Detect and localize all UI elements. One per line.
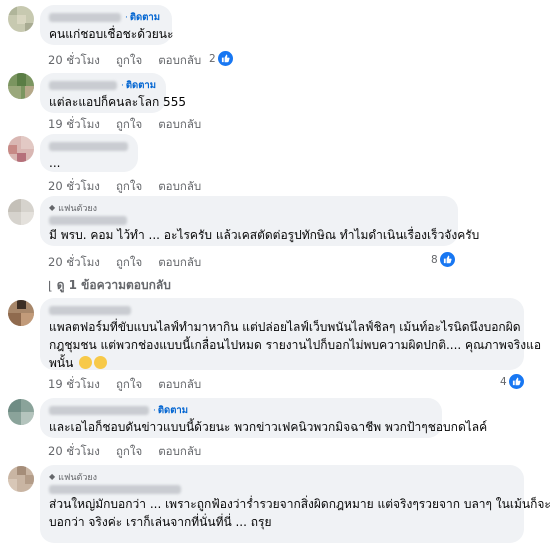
- like-button[interactable]: ถูกใจ: [116, 52, 142, 70]
- comment-bubble: แพลตฟอร์มที่ขับแบนไลฟ์ทำมาหากิน แต่ปล่อย…: [40, 298, 542, 372]
- timestamp[interactable]: 19 ชั่วโมง: [48, 376, 100, 394]
- author-name[interactable]: [49, 13, 121, 22]
- reply-button[interactable]: ตอบกลับ: [158, 254, 201, 272]
- reply-button[interactable]: ตอบกลับ: [158, 178, 201, 196]
- author-name[interactable]: [49, 215, 127, 225]
- comment-actions: 20 ชั่วโมง ถูกใจ ตอบกลับ: [48, 443, 217, 461]
- avatar[interactable]: [8, 136, 34, 162]
- diamond-icon: ◆: [49, 203, 56, 212]
- like-button[interactable]: ถูกใจ: [116, 376, 142, 394]
- thumbs-up-icon: [217, 51, 233, 66]
- reaction-count[interactable]: 8: [431, 252, 455, 267]
- avatar[interactable]: [8, 73, 34, 99]
- follow-button[interactable]: ติดตาม: [126, 78, 156, 93]
- reply-button[interactable]: ตอบกลับ: [158, 376, 201, 394]
- comment-actions: 20 ชั่วโมง ถูกใจ ตอบกลับ: [48, 52, 217, 70]
- comment-text-line: พนั้น: [49, 354, 514, 372]
- comment-text-line: บอกว่า จริงค่ะ เราก็เล่นจากที่นั่นที่นี่…: [49, 515, 272, 529]
- follow-button[interactable]: ติดตาม: [130, 10, 160, 25]
- reply-arrow-icon: ⌊: [48, 278, 53, 293]
- diamond-icon: ◆: [49, 472, 56, 481]
- author-name[interactable]: [49, 81, 118, 90]
- comment-actions: 20 ชั่วโมง ถูกใจ ตอบกลับ: [48, 178, 217, 196]
- author-name[interactable]: [49, 306, 131, 315]
- view-replies-link[interactable]: ⌊ ดู 1 ข้อความตอบกลับ: [48, 276, 171, 295]
- reply-button[interactable]: ตอบกลับ: [158, 443, 201, 461]
- follow-button[interactable]: ติดตาม: [158, 403, 188, 418]
- comment-actions: 19 ชั่วโมง ถูกใจ ตอบกลับ: [48, 376, 217, 394]
- comment-text-line: กฎชุมชน แต่พวกช่องแบบนี้เกลื่อนไปหมด ราย…: [49, 338, 542, 352]
- like-button[interactable]: ถูกใจ: [116, 116, 142, 134]
- comment-text: มี พรบ. คอม ไว้ทำ ... อะไรครับ แล้วเคสตั…: [49, 228, 480, 242]
- like-button[interactable]: ถูกใจ: [116, 254, 142, 272]
- avatar[interactable]: [8, 199, 34, 225]
- timestamp[interactable]: 20 ชั่วโมง: [48, 52, 100, 70]
- like-button[interactable]: ถูกใจ: [116, 443, 142, 461]
- thumbs-up-icon: [439, 252, 455, 267]
- author-name[interactable]: [49, 142, 128, 151]
- flushed-emoji-icon: [79, 356, 93, 369]
- avatar[interactable]: [8, 399, 34, 425]
- comment-bubble: · ติดตาม แต่ละแอปก็คนละโลก 555: [40, 73, 186, 113]
- top-fan-badge: แฟนตัวยง: [58, 203, 98, 214]
- reaction-count[interactable]: 2: [209, 51, 233, 66]
- timestamp[interactable]: 19 ชั่วโมง: [48, 116, 100, 134]
- reaction-count[interactable]: 4: [500, 374, 524, 389]
- timestamp[interactable]: 20 ชั่วโมง: [48, 178, 100, 196]
- like-button[interactable]: ถูกใจ: [116, 178, 142, 196]
- thumbs-up-icon: [508, 374, 524, 389]
- comment-text: และเอไอก็ชอบดันข่าวแบบนี้ด้วยนะ พวกข่าวเ…: [49, 420, 488, 434]
- timestamp[interactable]: 20 ชั่วโมง: [48, 443, 100, 461]
- comment-actions: 19 ชั่วโมง ถูกใจ ตอบกลับ: [48, 116, 217, 134]
- comment-text: คนแก่ชอบเชื่อชะด้วยนะ: [49, 27, 174, 41]
- comment-bubble: ...: [40, 134, 138, 172]
- comment-bubble: ◆ แฟนตัวยง มี พรบ. คอม ไว้ทำ ... อะไรครั…: [40, 196, 480, 246]
- top-fan-badge: แฟนตัวยง: [58, 472, 98, 483]
- comment-bubble: · ติดตาม และเอไอก็ชอบดันข่าวแบบนี้ด้วยนะ…: [40, 398, 488, 438]
- avatar[interactable]: [8, 300, 34, 326]
- flushed-emoji-icon: [94, 356, 108, 369]
- comment-text: แต่ละแอปก็คนละโลก 555: [49, 95, 186, 109]
- author-name[interactable]: [49, 484, 181, 494]
- comment-bubble: ◆ แฟนตัวยง ส่วนใหญ่มักบอกว่า ... เพราะถู…: [40, 465, 551, 543]
- comment-text-line: แพลตฟอร์มที่ขับแบนไลฟ์ทำมาหากิน แต่ปล่อย…: [49, 320, 521, 334]
- comment-text-line: ส่วนใหญ่มักบอกว่า ... เพราะถูกฟ้องว่าร่ำ…: [49, 497, 551, 511]
- comment-text: ...: [49, 156, 61, 170]
- author-name[interactable]: [49, 406, 149, 415]
- reply-button[interactable]: ตอบกลับ: [158, 52, 201, 70]
- avatar[interactable]: [8, 466, 34, 492]
- comment-bubble: · ติดตาม คนแก่ชอบเชื่อชะด้วยนะ: [40, 5, 174, 45]
- reply-button[interactable]: ตอบกลับ: [158, 116, 201, 134]
- comment-actions: 20 ชั่วโมง ถูกใจ ตอบกลับ: [48, 254, 217, 272]
- timestamp[interactable]: 20 ชั่วโมง: [48, 254, 100, 272]
- avatar[interactable]: [8, 6, 34, 32]
